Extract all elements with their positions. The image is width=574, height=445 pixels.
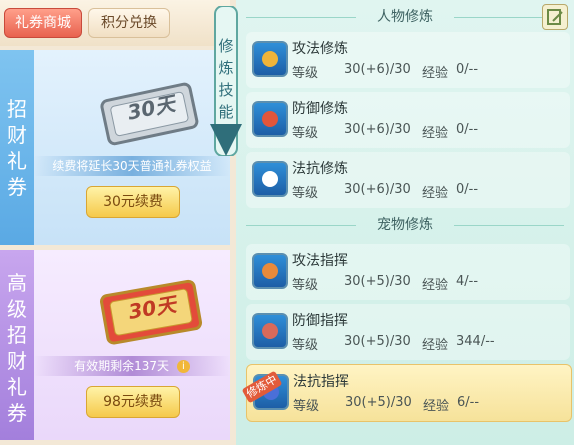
label-char: 财	[7, 349, 27, 373]
exp-value: 344/--	[456, 334, 495, 349]
tab-char: 修	[218, 37, 234, 55]
expiry-note: 有效期剩余137天 i	[34, 356, 230, 376]
level-label: 等级	[292, 338, 319, 353]
exp-value: 0/--	[456, 62, 479, 77]
level-label: 等级	[292, 278, 319, 293]
label-char: 招	[7, 323, 27, 347]
label-char: 券	[7, 401, 27, 425]
label-char: 礼	[7, 375, 27, 399]
level-value: 30(+5)/30	[344, 274, 411, 289]
level-label: 等级	[292, 186, 319, 201]
section-label-premium-coupon: 高 级 招 财 礼 券	[0, 250, 34, 440]
skill-row-active[interactable]: 修炼中 法抗指挥 等级 30(+5)/30 经验 6/--	[241, 364, 572, 422]
exp-value: 6/--	[457, 395, 480, 410]
renew-98-button[interactable]: 98元续费	[86, 386, 180, 418]
level-value: 30(+5)/30	[345, 395, 412, 410]
label-char: 招	[7, 97, 27, 121]
premium-coupon-card: 30天 有效期剩余137天 i 98元续费	[34, 250, 230, 440]
level-label: 等级	[292, 66, 319, 81]
label-char: 券	[7, 175, 27, 199]
section-pet-cultivation: 宠物修炼	[236, 214, 574, 236]
skill-name: 防御修炼	[292, 101, 348, 117]
level-value: 30(+6)/30	[344, 122, 411, 137]
level-value: 30(+6)/30	[344, 182, 411, 197]
tab-char: 能	[218, 103, 234, 121]
level-value: 30(+5)/30	[344, 334, 411, 349]
section-person-cultivation: 人物修炼	[236, 6, 574, 28]
renew-note: 续费将延长30天普通礼券权益	[34, 156, 230, 176]
skill-name: 攻法指挥	[292, 253, 348, 269]
exp-label: 经验	[422, 278, 449, 293]
exp-label: 经验	[422, 186, 449, 201]
skill-row[interactable]: 法抗修炼 等级 30(+6)/30 经验 0/--	[246, 152, 570, 208]
pencil-icon	[547, 9, 563, 25]
exp-label: 经验	[422, 126, 449, 141]
exp-label: 经验	[422, 338, 449, 353]
top-tab-bar: 礼券商城 积分兑换	[0, 0, 230, 46]
level-value: 30(+6)/30	[344, 62, 411, 77]
exp-label: 经验	[423, 399, 450, 414]
fortune-coupon-card: 30天 续费将延长30天普通礼券权益 30元续费	[34, 50, 230, 245]
skill-name: 法抗修炼	[292, 161, 348, 177]
level-label: 等级	[292, 126, 319, 141]
skill-row[interactable]: 攻法修炼 等级 30(+6)/30 经验 0/--	[246, 32, 570, 88]
cultivation-skills-tab[interactable]: 修 炼 技 能	[210, 6, 242, 156]
edit-icon[interactable]	[542, 4, 568, 30]
skill-name: 法抗指挥	[293, 374, 349, 390]
paw-icon	[252, 313, 288, 349]
skill-row[interactable]: 防御指挥 等级 30(+5)/30 经验 344/--	[246, 304, 570, 360]
info-icon[interactable]: i	[176, 360, 190, 373]
tab-char: 炼	[218, 59, 234, 77]
skill-row[interactable]: 攻法指挥 等级 30(+5)/30 经验 4/--	[246, 244, 570, 300]
yin-yang-icon	[252, 161, 288, 197]
label-char: 礼	[7, 149, 27, 173]
skill-row[interactable]: 防御修炼 等级 30(+6)/30 经验 0/--	[246, 92, 570, 148]
exp-value: 0/--	[456, 122, 479, 137]
skill-name: 攻法修炼	[292, 41, 348, 57]
label-char: 级	[7, 297, 27, 321]
exp-value: 0/--	[456, 182, 479, 197]
expiry-text: 有效期剩余137天	[74, 359, 170, 373]
tab-gift-shop[interactable]: 礼券商城	[4, 8, 82, 38]
skill-name: 防御指挥	[292, 313, 348, 329]
section-title-text: 宠物修炼	[377, 217, 433, 233]
level-label: 等级	[293, 399, 320, 414]
cultivation-panel: 人物修炼 攻法修炼 等级 30(+6)/30 经验 0/-- 防御修炼 等级 3…	[236, 0, 574, 445]
section-label-fortune-coupon: 招 财 礼 券	[0, 50, 34, 245]
exp-label: 经验	[422, 66, 449, 81]
renew-30-button[interactable]: 30元续费	[86, 186, 180, 218]
label-char: 高	[7, 271, 27, 295]
exp-value: 4/--	[456, 274, 479, 289]
defense-icon	[252, 101, 288, 137]
tab-char: 技	[218, 81, 234, 99]
section-title-text: 人物修炼	[377, 9, 433, 25]
tab-points-exchange[interactable]: 积分兑换	[88, 8, 170, 38]
pet-attack-icon	[252, 253, 288, 289]
attack-magic-icon	[252, 41, 288, 77]
label-char: 财	[7, 123, 27, 147]
